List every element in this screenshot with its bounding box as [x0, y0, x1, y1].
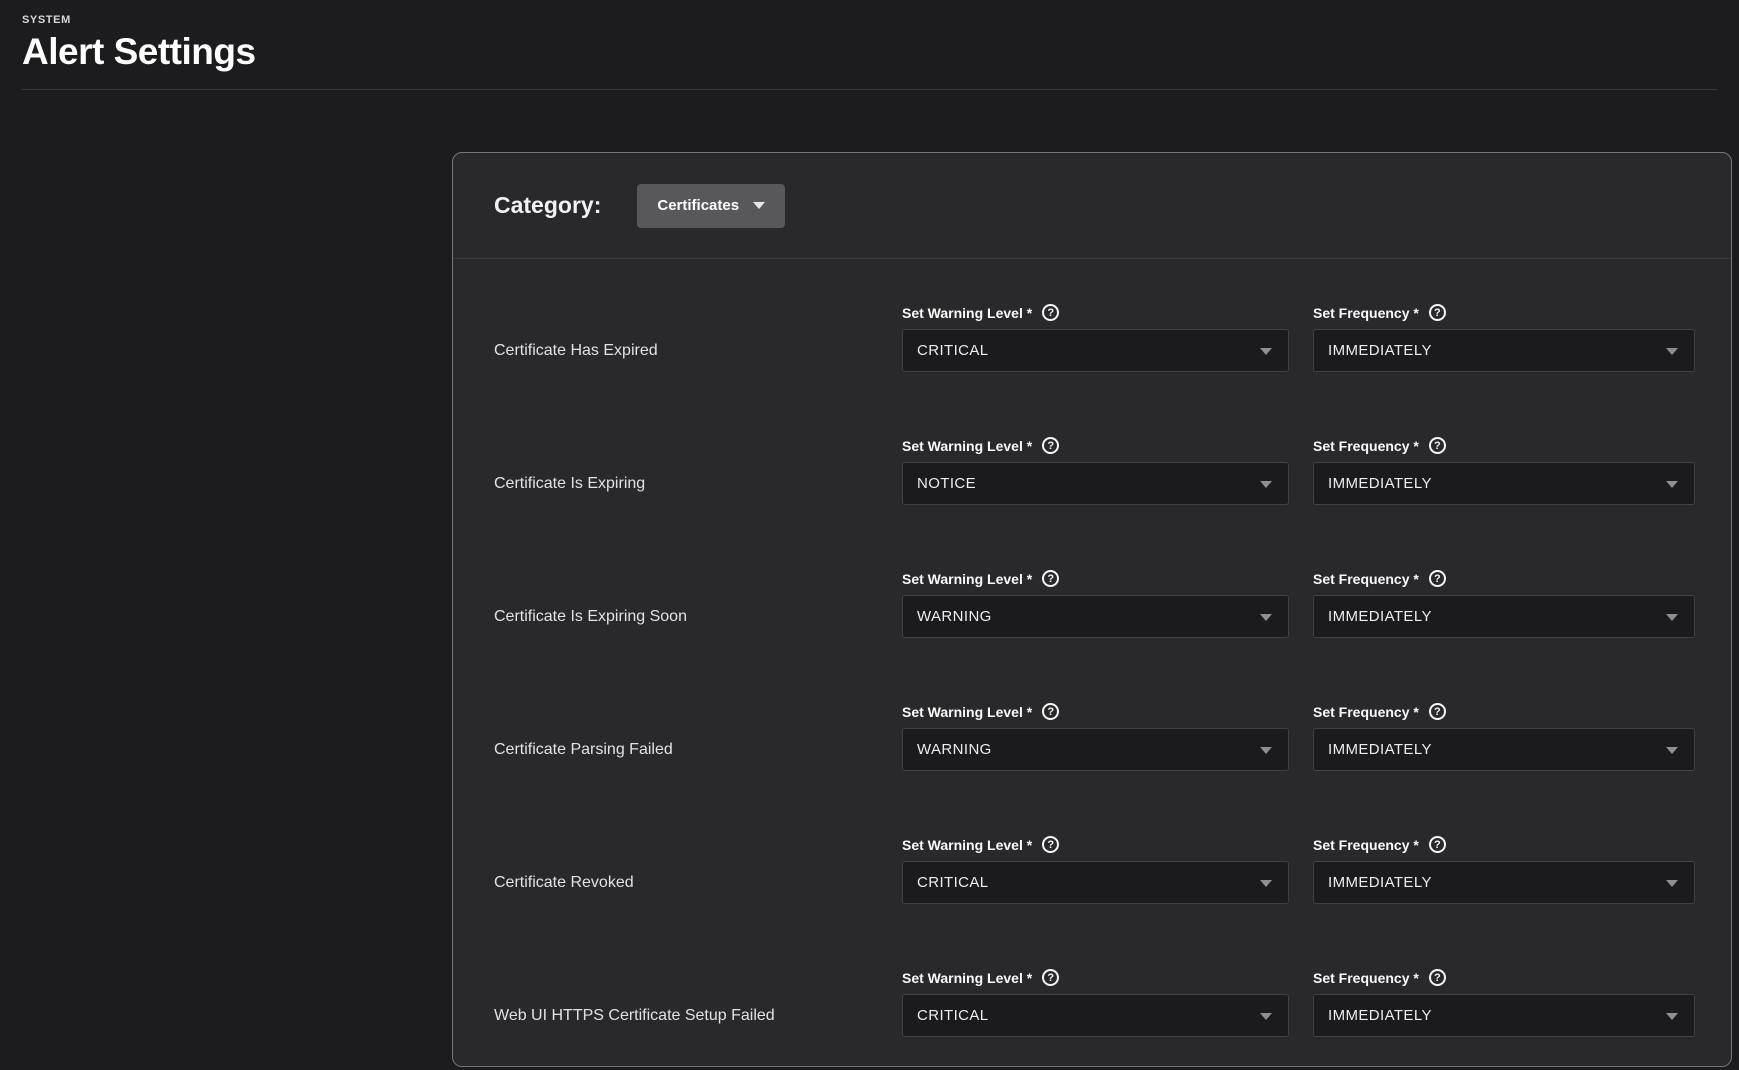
warning-level-label: Set Warning Level * ? [902, 437, 1289, 454]
chevron-down-icon [753, 202, 766, 209]
frequency-label-text: Set Frequency * [1313, 304, 1419, 321]
chevron-down-icon [1666, 347, 1678, 355]
warning-level-label: Set Warning Level * ? [902, 570, 1289, 587]
chevron-down-icon [1260, 1012, 1272, 1020]
warning-level-value: WARNING [917, 608, 992, 625]
alert-name: Certificate Has Expired [494, 341, 658, 359]
warning-level-select[interactable]: CRITICAL [902, 329, 1289, 372]
frequency-select[interactable]: IMMEDIATELY [1313, 329, 1695, 372]
breadcrumb-system: SYSTEM [22, 14, 71, 26]
page-title: Alert Settings [22, 31, 256, 72]
frequency-value: IMMEDIATELY [1328, 741, 1432, 758]
chevron-down-icon [1666, 480, 1678, 488]
warning-level-select[interactable]: WARNING [902, 595, 1289, 638]
help-icon[interactable]: ? [1428, 437, 1446, 454]
alert-name: Certificate Parsing Failed [494, 740, 673, 758]
help-icon[interactable]: ? [1428, 836, 1446, 853]
alert-name: Certificate Revoked [494, 873, 634, 891]
category-dropdown-button[interactable]: Certificates [637, 183, 786, 228]
warning-level-label: Set Warning Level * ? [902, 836, 1289, 853]
chevron-down-icon [1260, 613, 1272, 621]
warning-level-label-text: Set Warning Level * [902, 836, 1033, 853]
frequency-value: IMMEDIATELY [1328, 475, 1432, 492]
warning-level-value: CRITICAL [917, 874, 989, 891]
category-label: Category: [494, 192, 602, 218]
warning-level-value: WARNING [917, 741, 992, 758]
frequency-label: Set Frequency * ? [1313, 969, 1695, 986]
frequency-select[interactable]: IMMEDIATELY [1313, 861, 1695, 904]
alert-row-certificate-parsing-failed: Certificate Parsing Failed Set Warning L… [453, 703, 1731, 771]
chevron-down-icon [1666, 1012, 1678, 1020]
alert-row-certificate-is-expiring: Certificate Is Expiring Set Warning Leve… [453, 437, 1731, 505]
warning-level-value: NOTICE [917, 475, 977, 492]
alert-name: Web UI HTTPS Certificate Setup Failed [494, 1006, 775, 1024]
page-header: SYSTEM Alert Settings [0, 0, 1739, 90]
chevron-down-icon [1666, 879, 1678, 887]
warning-level-label-text: Set Warning Level * [902, 304, 1033, 321]
warning-level-label: Set Warning Level * ? [902, 703, 1289, 720]
warning-level-select[interactable]: WARNING [902, 728, 1289, 771]
frequency-label-text: Set Frequency * [1313, 836, 1419, 853]
frequency-value: IMMEDIATELY [1328, 342, 1432, 359]
frequency-select[interactable]: IMMEDIATELY [1313, 595, 1695, 638]
help-icon[interactable]: ? [1428, 304, 1446, 321]
alert-name: Certificate Is Expiring [494, 474, 646, 492]
warning-level-select[interactable]: NOTICE [902, 462, 1289, 505]
alert-row-certificate-has-expired: Certificate Has Expired Set Warning Leve… [453, 304, 1731, 372]
frequency-value: IMMEDIATELY [1328, 874, 1432, 891]
category-header: Category: Certificates [453, 153, 1731, 259]
chevron-down-icon [1666, 746, 1678, 754]
chevron-down-icon [1260, 879, 1272, 887]
frequency-select[interactable]: IMMEDIATELY [1313, 728, 1695, 771]
chevron-down-icon [1260, 480, 1272, 488]
frequency-select[interactable]: IMMEDIATELY [1313, 994, 1695, 1037]
alert-row-certificate-is-expiring-soon: Certificate Is Expiring Soon Set Warning… [453, 570, 1731, 638]
help-icon[interactable]: ? [1042, 570, 1060, 587]
warning-level-value: CRITICAL [917, 1007, 989, 1024]
frequency-select[interactable]: IMMEDIATELY [1313, 462, 1695, 505]
help-icon[interactable]: ? [1428, 703, 1446, 720]
alert-name: Certificate Is Expiring Soon [494, 607, 687, 625]
chevron-down-icon [1260, 347, 1272, 355]
chevron-down-icon [1260, 746, 1272, 754]
frequency-value: IMMEDIATELY [1328, 1007, 1432, 1024]
help-icon[interactable]: ? [1042, 304, 1060, 321]
warning-level-label: Set Warning Level * ? [902, 304, 1289, 321]
help-icon[interactable]: ? [1042, 836, 1060, 853]
frequency-label-text: Set Frequency * [1313, 437, 1419, 454]
frequency-label: Set Frequency * ? [1313, 304, 1695, 321]
warning-level-label: Set Warning Level * ? [902, 969, 1289, 986]
category-dropdown-value: Certificates [657, 197, 740, 214]
warning-level-label-text: Set Warning Level * [902, 437, 1033, 454]
header-divider [22, 88, 1717, 90]
frequency-label-text: Set Frequency * [1313, 969, 1419, 986]
frequency-label: Set Frequency * ? [1313, 570, 1695, 587]
alert-settings-card: Category: Certificates Certificate Has E… [452, 152, 1732, 1067]
warning-level-label-text: Set Warning Level * [902, 703, 1033, 720]
help-icon[interactable]: ? [1042, 437, 1060, 454]
warning-level-select[interactable]: CRITICAL [902, 994, 1289, 1037]
help-icon[interactable]: ? [1428, 570, 1446, 587]
frequency-value: IMMEDIATELY [1328, 608, 1432, 625]
warning-level-label-text: Set Warning Level * [902, 969, 1033, 986]
warning-level-label-text: Set Warning Level * [902, 570, 1033, 587]
alert-row-webui-https-certificate-setup-failed: Web UI HTTPS Certificate Setup Failed Se… [453, 969, 1731, 1037]
frequency-label-text: Set Frequency * [1313, 703, 1419, 720]
alert-row-certificate-revoked: Certificate Revoked Set Warning Level * … [453, 836, 1731, 904]
frequency-label: Set Frequency * ? [1313, 836, 1695, 853]
frequency-label-text: Set Frequency * [1313, 570, 1419, 587]
warning-level-select[interactable]: CRITICAL [902, 861, 1289, 904]
warning-level-value: CRITICAL [917, 342, 989, 359]
frequency-label: Set Frequency * ? [1313, 703, 1695, 720]
frequency-label: Set Frequency * ? [1313, 437, 1695, 454]
help-icon[interactable]: ? [1042, 703, 1060, 720]
help-icon[interactable]: ? [1428, 969, 1446, 986]
help-icon[interactable]: ? [1042, 969, 1060, 986]
chevron-down-icon [1666, 613, 1678, 621]
